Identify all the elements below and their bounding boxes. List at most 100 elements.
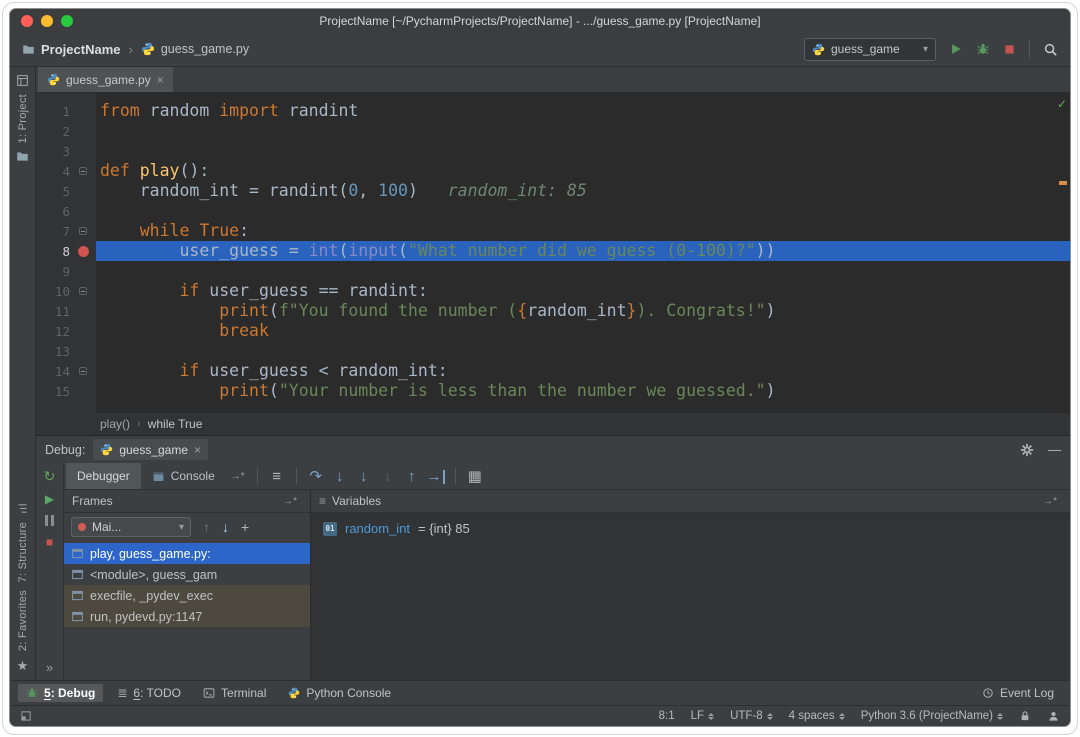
code-line[interactable]: random_int = randint(0, 100) random_int:… (96, 181, 1070, 201)
gutter-row[interactable]: 1 (36, 101, 96, 121)
step-out-icon[interactable]: ↑ (400, 468, 424, 485)
fold-marker[interactable] (79, 167, 87, 175)
error-stripe[interactable]: ✓ (1055, 93, 1070, 413)
breadcrumb-file[interactable]: guess_game.py (161, 42, 249, 56)
indent-selector[interactable]: 4 spaces (789, 710, 845, 723)
caret-position[interactable]: 8:1 (659, 710, 675, 722)
toolbar-button-debug[interactable]: 5: Debug (18, 684, 104, 702)
code-line[interactable] (96, 261, 1070, 281)
fold-marker[interactable] (79, 367, 87, 375)
frame-row[interactable]: play, guess_game.py: (64, 543, 310, 564)
frame-row[interactable]: run, pydevd.py:1147 (64, 606, 310, 627)
close-window-button[interactable] (21, 14, 33, 27)
resume-program-icon[interactable]: ▶ (45, 493, 54, 505)
next-frame-icon[interactable]: ↓ (222, 520, 229, 534)
variables-body[interactable]: 01 random_int = {int} 85 (311, 513, 1070, 680)
stop-icon[interactable]: ■ (46, 536, 53, 548)
code-line[interactable]: while True: (96, 221, 1070, 241)
lock-icon[interactable] (1019, 710, 1031, 722)
error-stripe-mark[interactable] (1059, 181, 1067, 185)
code-line[interactable]: break (96, 321, 1070, 341)
sidebar-item-structure[interactable]: 7: Structure (17, 522, 29, 582)
gutter-row[interactable]: 14 (36, 361, 96, 381)
pin-arrow-icon[interactable]: →* (1043, 496, 1057, 507)
search-everywhere-button[interactable] (1043, 42, 1058, 57)
breadcrumb-block[interactable]: while True (148, 417, 203, 431)
gutter-row[interactable]: 12 (36, 321, 96, 341)
code-line[interactable]: if user_guess < random_int: (96, 361, 1070, 381)
add-icon[interactable]: + (241, 520, 249, 534)
toolbar-button-python-console[interactable]: Python Console (280, 684, 399, 702)
code-editor[interactable]: 1 2 3 4 5 6 7 8 9 10 11 12 13 14 15 from random import… (36, 93, 1070, 413)
more-actions-icon[interactable]: » (46, 660, 53, 675)
variable-row[interactable]: 01 random_int = {int} 85 (323, 521, 1058, 536)
toolbar-button-terminal[interactable]: Terminal (195, 684, 274, 702)
gutter-row[interactable]: 9 (36, 261, 96, 281)
step-into-icon[interactable]: ↓ (328, 468, 352, 485)
gutter-row[interactable]: 6 (36, 201, 96, 221)
close-session-icon[interactable]: × (194, 443, 201, 457)
gutter-row[interactable]: 3 (36, 141, 96, 161)
run-to-cursor-icon[interactable]: → (424, 468, 448, 485)
code-line[interactable]: from random import randint (96, 101, 1070, 121)
force-step-into-icon[interactable]: ↓ (352, 468, 376, 485)
thread-selector[interactable]: Mai... ▾ (71, 517, 191, 537)
close-tab-icon[interactable]: × (157, 73, 164, 87)
toolbar-button-todo[interactable]: ≣ 6: TODO (109, 684, 189, 702)
gutter-row[interactable]: 10 (36, 281, 96, 301)
gutter-row[interactable]: 8 (36, 241, 96, 261)
star-icon[interactable]: ★ (17, 658, 29, 674)
sidebar-item-favorites[interactable]: 2: Favorites (17, 590, 29, 651)
zoom-window-button[interactable] (61, 14, 73, 27)
highlighting-level-icon[interactable] (1047, 710, 1060, 723)
pin-arrow-icon[interactable]: →* (231, 471, 245, 482)
breadcrumb-function[interactable]: play() (100, 417, 130, 431)
frame-row[interactable]: execfile, _pydev_exec (64, 585, 310, 606)
show-execution-point-icon[interactable]: ≡ (265, 468, 289, 485)
tab-guess-game[interactable]: guess_game.py × (38, 67, 173, 92)
gutter-row[interactable]: 2 (36, 121, 96, 141)
code-line[interactable]: if user_guess == randint: (96, 281, 1070, 301)
pause-icon[interactable] (45, 515, 54, 526)
gutter-row[interactable]: 15 (36, 381, 96, 401)
editor-code[interactable]: from random import randint def play(): ra… (96, 93, 1070, 413)
frames-list[interactable]: play, guess_game.py: <module>, guess_gam e… (64, 541, 310, 680)
sidebar-item-project[interactable]: 1: Project (17, 94, 29, 143)
step-over-icon[interactable]: ↷ (304, 467, 328, 485)
debug-session-tab[interactable]: guess_game × (93, 439, 209, 460)
code-line[interactable]: user_guess = int(input("What number did … (96, 241, 1070, 261)
stop-button[interactable] (1003, 43, 1016, 56)
gutter-row[interactable]: 7 (36, 221, 96, 241)
fold-marker[interactable] (79, 227, 87, 235)
code-line[interactable]: print("Your number is less than the numb… (96, 381, 1070, 401)
encoding-selector[interactable]: UTF-8 (730, 710, 773, 723)
code-line[interactable] (96, 341, 1070, 361)
interpreter-selector[interactable]: Python 3.6 (ProjectName) (861, 710, 1003, 723)
code-line[interactable]: print(f"You found the number ({random_in… (96, 301, 1070, 321)
tab-console[interactable]: Console (141, 463, 226, 489)
pin-arrow-icon[interactable]: →* (283, 496, 297, 507)
gutter-row[interactable]: 4 (36, 161, 96, 181)
minimize-window-button[interactable] (41, 14, 53, 27)
frame-row[interactable]: <module>, guess_gam (64, 564, 310, 585)
breadcrumb-project[interactable]: ProjectName (41, 42, 120, 57)
gutter-row[interactable]: 13 (36, 341, 96, 361)
gutter-row[interactable]: 11 (36, 301, 96, 321)
code-line[interactable]: def play(): (96, 161, 1070, 181)
editor-gutter[interactable]: 1 2 3 4 5 6 7 8 9 10 11 12 13 14 15 (36, 93, 96, 413)
gear-icon[interactable] (1020, 443, 1034, 457)
tab-debugger[interactable]: Debugger (66, 463, 141, 489)
hide-tool-window-icon[interactable]: — (1048, 443, 1061, 456)
run-button[interactable] (949, 42, 963, 56)
debug-button[interactable] (976, 42, 990, 56)
tool-window-toggle-icon[interactable] (20, 710, 32, 722)
code-line[interactable] (96, 201, 1070, 221)
toolbar-button-event-log[interactable]: Event Log (974, 684, 1062, 702)
breakpoint-dot[interactable] (77, 245, 89, 257)
code-line[interactable] (96, 141, 1070, 161)
code-line[interactable] (96, 121, 1070, 141)
evaluate-expression-icon[interactable]: ▦ (463, 467, 487, 485)
rerun-icon[interactable]: ↻ (44, 469, 56, 483)
line-ending-selector[interactable]: LF (691, 710, 714, 723)
gutter-row[interactable]: 5 (36, 181, 96, 201)
